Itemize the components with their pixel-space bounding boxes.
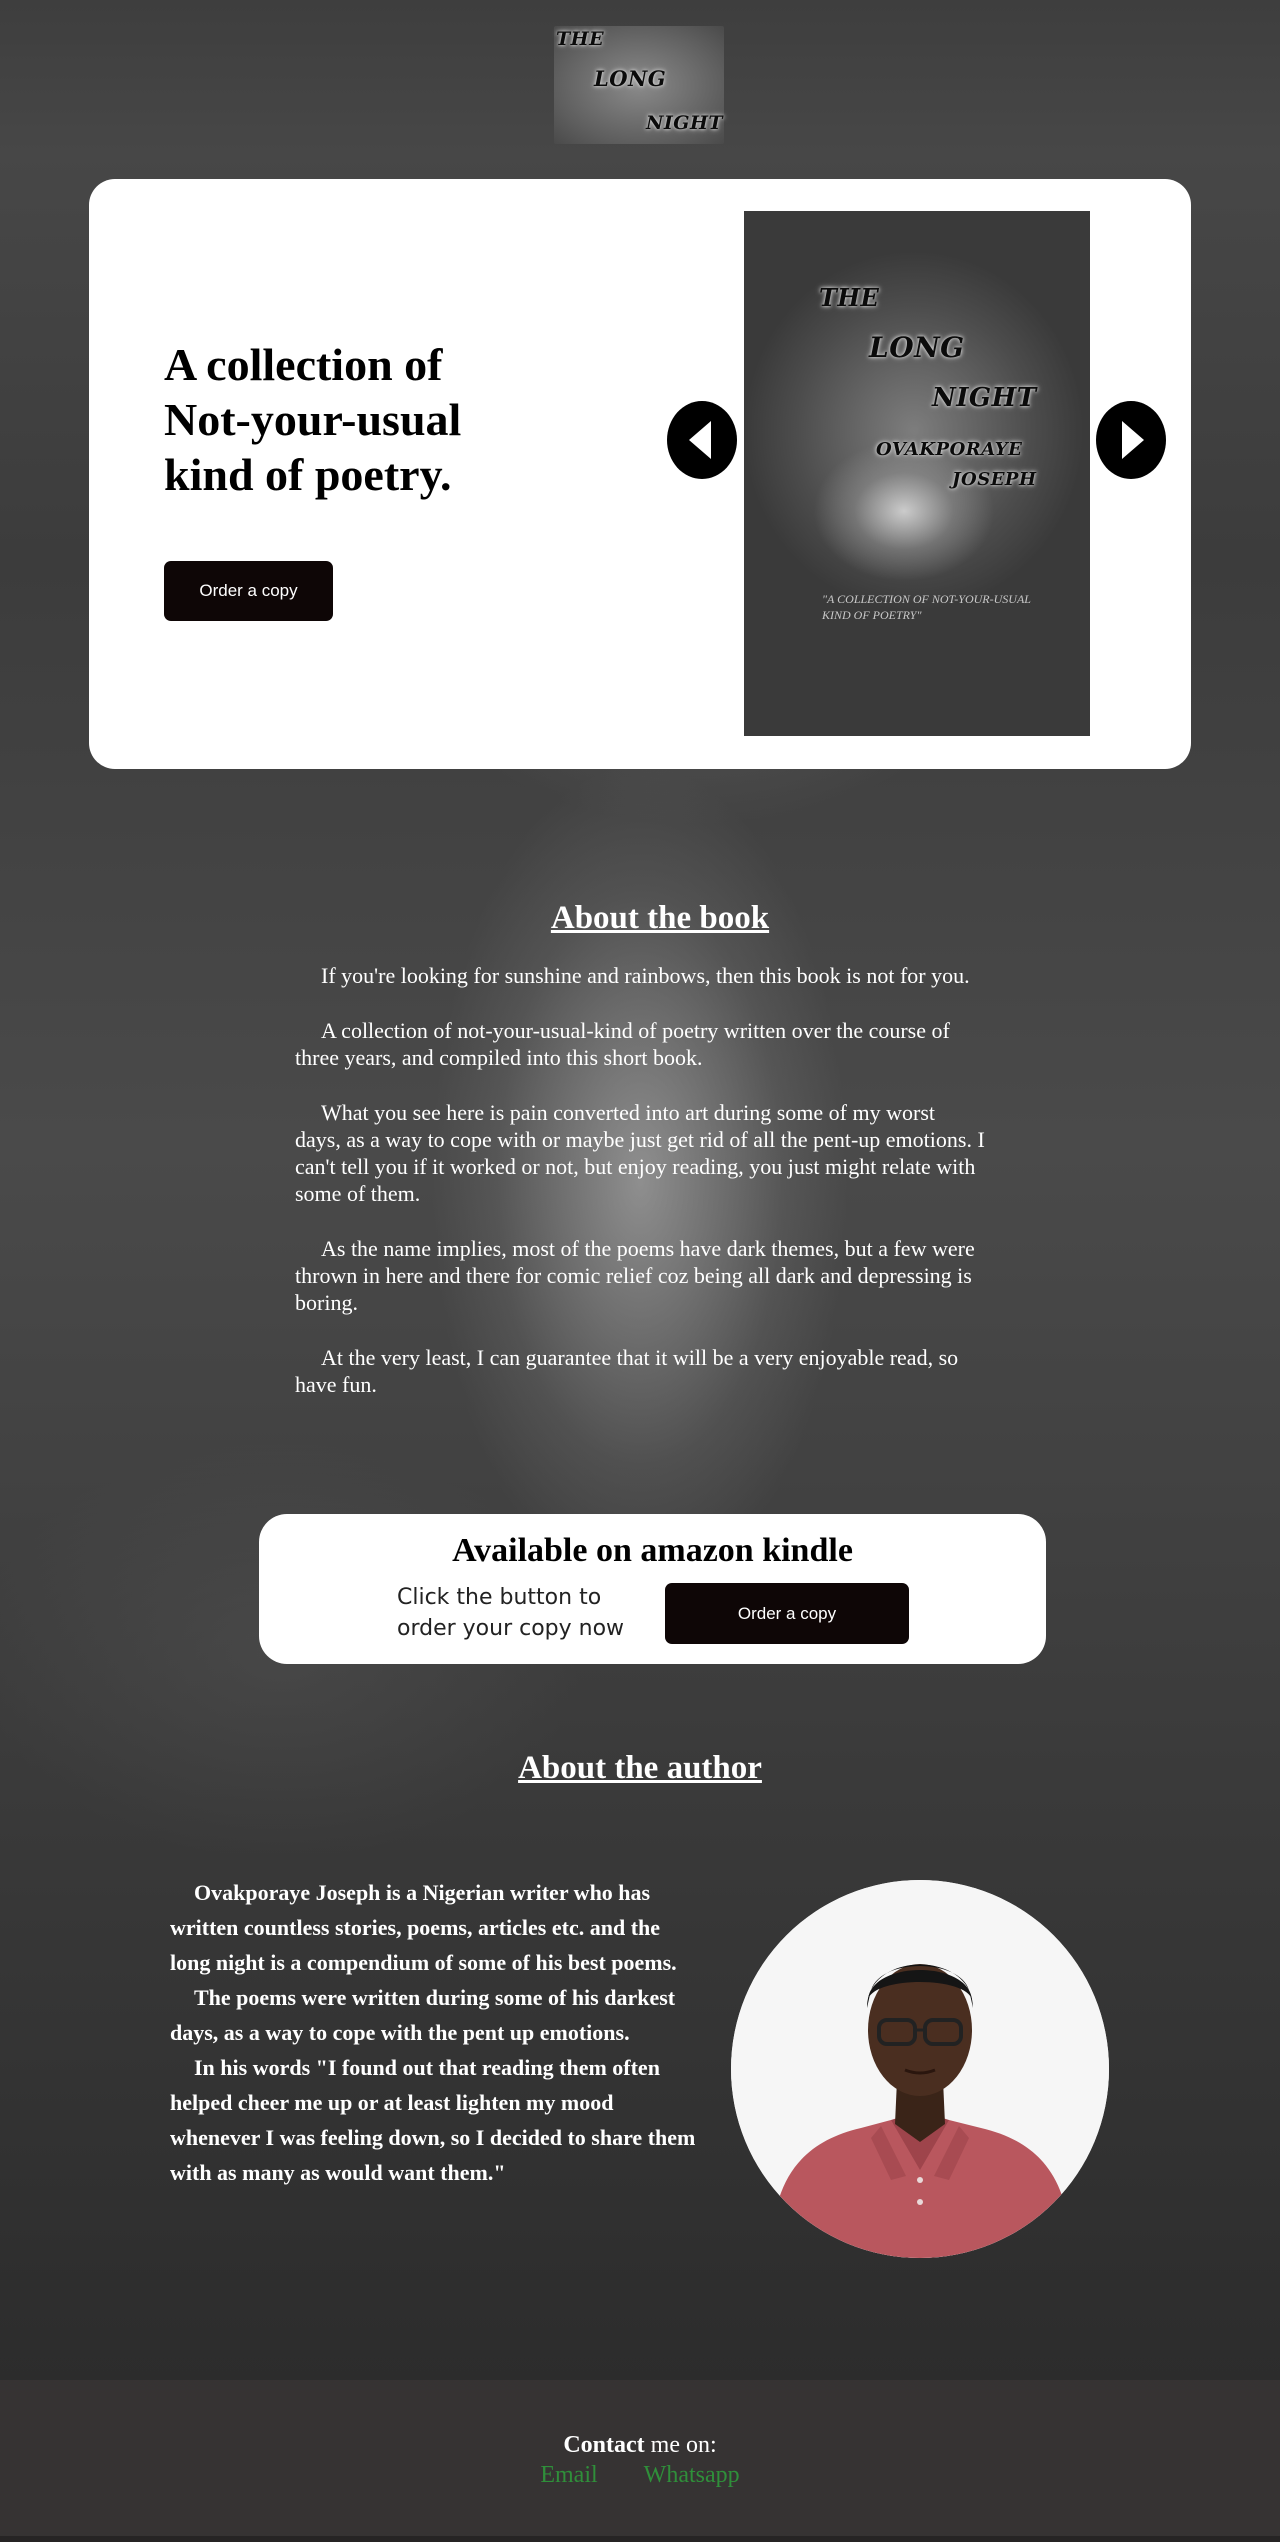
kindle-title: Available on amazon kindle: [452, 1532, 853, 1569]
contact-links: Email Whatsapp: [0, 2462, 1280, 2489]
author-bio: Ovakporaye Joseph is a Nigerian writer w…: [170, 1875, 700, 2190]
about-book-title: About the book: [550, 900, 770, 936]
cover-line-night: NIGHT: [932, 383, 1037, 413]
arrow-left-icon: [689, 421, 711, 459]
whatsapp-link[interactable]: Whatsapp: [644, 2462, 740, 2488]
cover-tagline: "A COLLECTION OF NOT-YOUR-USUAL KIND OF …: [822, 592, 1031, 622]
logo-line-the: THE: [556, 28, 605, 50]
about-book-text: If you're looking for sunshine and rainb…: [295, 962, 985, 1426]
kindle-text: Click the button to order your copy now: [397, 1585, 625, 1641]
hero-order-button[interactable]: Order a copy: [164, 561, 333, 621]
about-book-paragraph: What you see here is pain converted into…: [295, 1100, 985, 1206]
cover-author-last: JOSEPH: [952, 469, 1037, 490]
about-book-paragraph: If you're looking for sunshine and rainb…: [321, 963, 970, 988]
logo-line-night: NIGHT: [646, 112, 724, 134]
author-photo: [731, 1880, 1109, 2258]
contact-label: Contact: [563, 2432, 645, 2458]
contact-suffix: me on:: [644, 2432, 717, 2458]
about-book-paragraph: At the very least, I can guarantee that …: [295, 1345, 959, 1397]
page-bottom-strip: [0, 2536, 1280, 2542]
about-book-paragraph: As the name implies, most of the poems h…: [295, 1236, 975, 1315]
about-book-paragraph: A collection of not-your-usual-kind of p…: [295, 1018, 950, 1070]
carousel-next-button[interactable]: [1096, 401, 1166, 479]
footer: Contact me on: Email Whatsapp: [0, 2380, 1280, 2536]
hero-card: A collection of Not-your-usual kind of p…: [89, 179, 1191, 769]
arrow-right-icon: [1122, 421, 1144, 459]
carousel-prev-button[interactable]: [667, 401, 737, 479]
email-link[interactable]: Email: [540, 2462, 597, 2488]
site-logo[interactable]: THE LONG NIGHT: [554, 26, 724, 144]
book-cover-image: THE LONG NIGHT OVAKPORAYE JOSEPH "A COLL…: [744, 211, 1090, 736]
author-bio-paragraph: Ovakporaye Joseph is a Nigerian writer w…: [170, 1880, 677, 1975]
cover-line-long: LONG: [869, 331, 965, 364]
cover-line-the: THE: [819, 283, 880, 312]
kindle-card: Available on amazon kindle Click the but…: [259, 1514, 1046, 1664]
hero-heading: A collection of Not-your-usual kind of p…: [164, 339, 462, 500]
author-bio-paragraph: In his words "I found out that reading t…: [170, 2055, 696, 2185]
author-portrait-image: [731, 1880, 1109, 2258]
about-author-title: About the author: [518, 1750, 762, 1786]
logo-line-long: LONG: [594, 66, 667, 91]
author-bio-paragraph: The poems were written during some of hi…: [170, 1985, 676, 2045]
cover-author-first: OVAKPORAYE: [876, 439, 1023, 460]
contact-line: Contact me on:: [0, 2432, 1280, 2459]
kindle-order-button[interactable]: Order a copy: [665, 1583, 909, 1644]
